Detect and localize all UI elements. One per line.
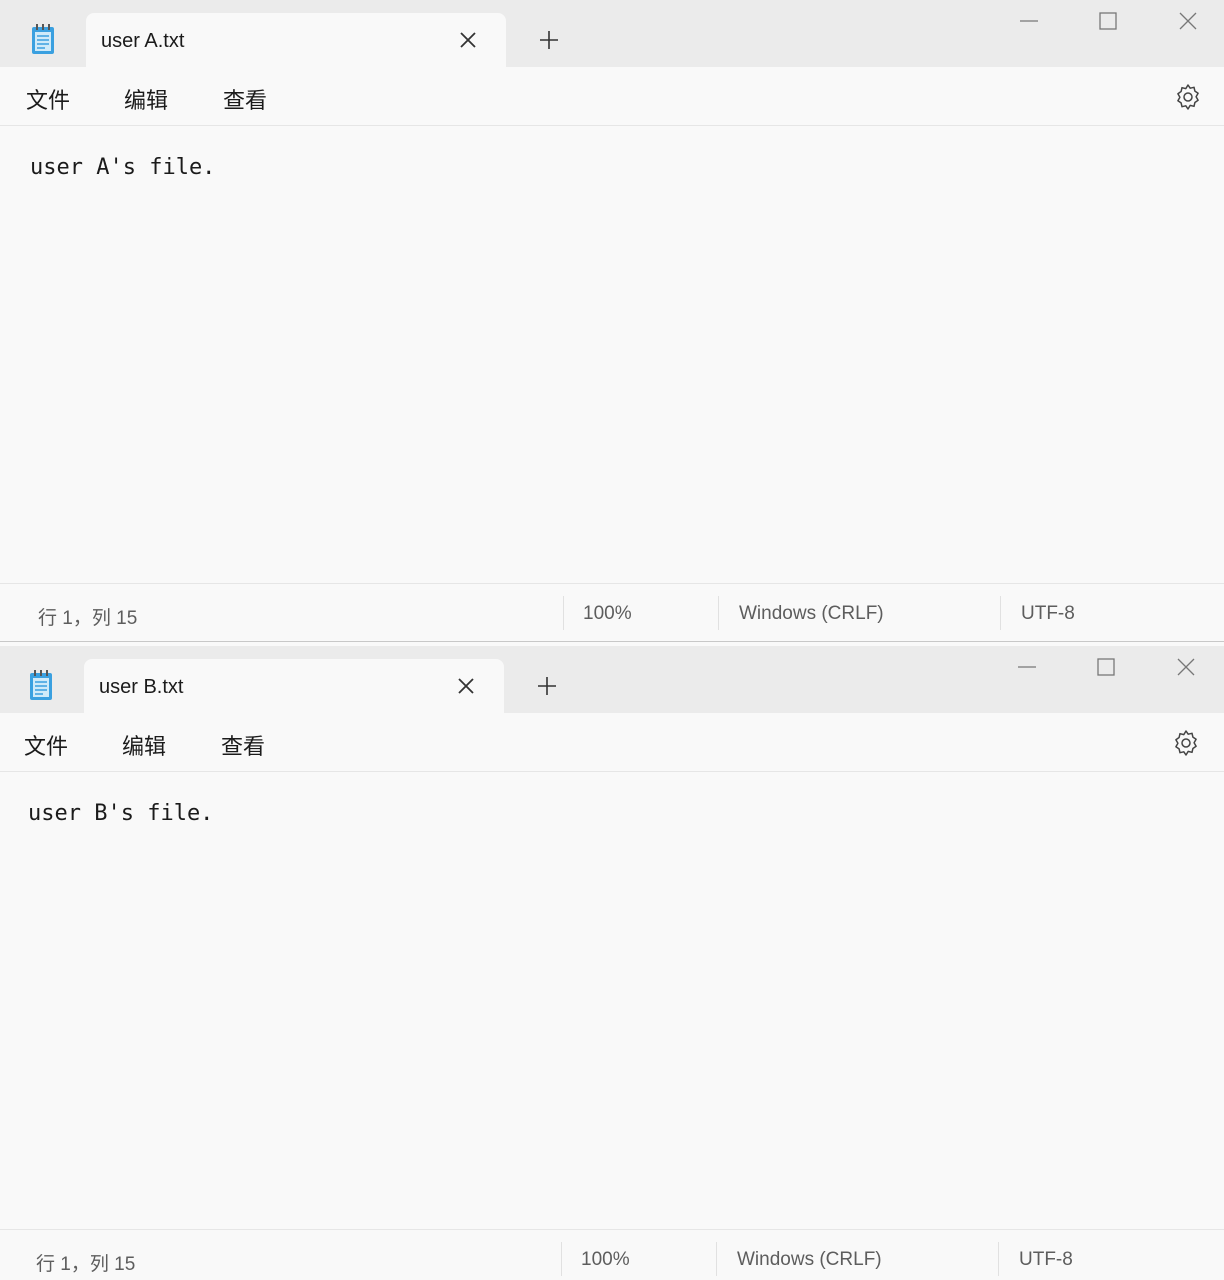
gear-icon[interactable] bbox=[1171, 728, 1201, 758]
cursor-position: 行 1，列 15 bbox=[36, 1254, 136, 1275]
status-bar: 行 1，列 15 100% Windows (CRLF) UTF-8 bbox=[0, 583, 1224, 641]
zoom-level[interactable]: 100% bbox=[583, 603, 632, 625]
divider bbox=[1000, 596, 1001, 630]
menu-edit[interactable]: 编辑 bbox=[122, 729, 166, 761]
tab-title: user A.txt bbox=[101, 30, 185, 52]
divider bbox=[718, 596, 719, 630]
menu-bar: 文件 编辑 查看 bbox=[0, 67, 1224, 126]
plus-icon[interactable] bbox=[536, 27, 562, 53]
menu-edit[interactable]: 编辑 bbox=[124, 83, 168, 115]
divider bbox=[563, 596, 564, 630]
tab-file[interactable]: user A.txt bbox=[86, 13, 506, 68]
title-bar[interactable]: user A.txt bbox=[0, 0, 1224, 68]
tab-file[interactable]: user B.txt bbox=[84, 659, 504, 714]
menu-bar: 文件 编辑 查看 bbox=[0, 713, 1224, 772]
encoding[interactable]: UTF-8 bbox=[1021, 603, 1075, 625]
line-ending[interactable]: Windows (CRLF) bbox=[739, 603, 884, 625]
line-ending[interactable]: Windows (CRLF) bbox=[737, 1249, 882, 1271]
plus-icon[interactable] bbox=[534, 673, 560, 699]
close-icon[interactable] bbox=[454, 674, 478, 698]
gear-icon[interactable] bbox=[1173, 82, 1203, 112]
divider bbox=[998, 1242, 999, 1276]
text-editor[interactable]: user A's file. bbox=[30, 155, 1194, 180]
tab-title: user B.txt bbox=[99, 676, 184, 698]
minimize-icon[interactable] bbox=[1014, 654, 1040, 680]
menu-view[interactable]: 查看 bbox=[223, 83, 267, 115]
notepad-icon bbox=[30, 23, 56, 55]
menu-file[interactable]: 文件 bbox=[26, 83, 70, 115]
status-bar: 行 1，列 15 100% Windows (CRLF) UTF-8 bbox=[0, 1229, 1224, 1280]
notepad-window-b: user B.txt 文件 编辑 查看 user B's file. 行 1，列… bbox=[0, 646, 1224, 1280]
cursor-position: 行 1，列 15 bbox=[38, 608, 138, 629]
encoding[interactable]: UTF-8 bbox=[1019, 1249, 1073, 1271]
menu-view[interactable]: 查看 bbox=[221, 729, 265, 761]
minimize-icon[interactable] bbox=[1016, 8, 1042, 34]
maximize-icon[interactable] bbox=[1095, 8, 1121, 34]
divider bbox=[561, 1242, 562, 1276]
menu-file[interactable]: 文件 bbox=[24, 729, 68, 761]
notepad-icon bbox=[28, 669, 54, 701]
window-close-icon[interactable] bbox=[1173, 654, 1199, 680]
notepad-window-a: user A.txt 文件 编辑 查看 user A's file. 行 1，列… bbox=[0, 0, 1224, 642]
window-close-icon[interactable] bbox=[1175, 8, 1201, 34]
maximize-icon[interactable] bbox=[1093, 654, 1119, 680]
title-bar[interactable]: user B.txt bbox=[0, 646, 1224, 714]
divider bbox=[716, 1242, 717, 1276]
text-editor[interactable]: user B's file. bbox=[28, 801, 1194, 826]
zoom-level[interactable]: 100% bbox=[581, 1249, 630, 1271]
close-icon[interactable] bbox=[456, 28, 480, 52]
